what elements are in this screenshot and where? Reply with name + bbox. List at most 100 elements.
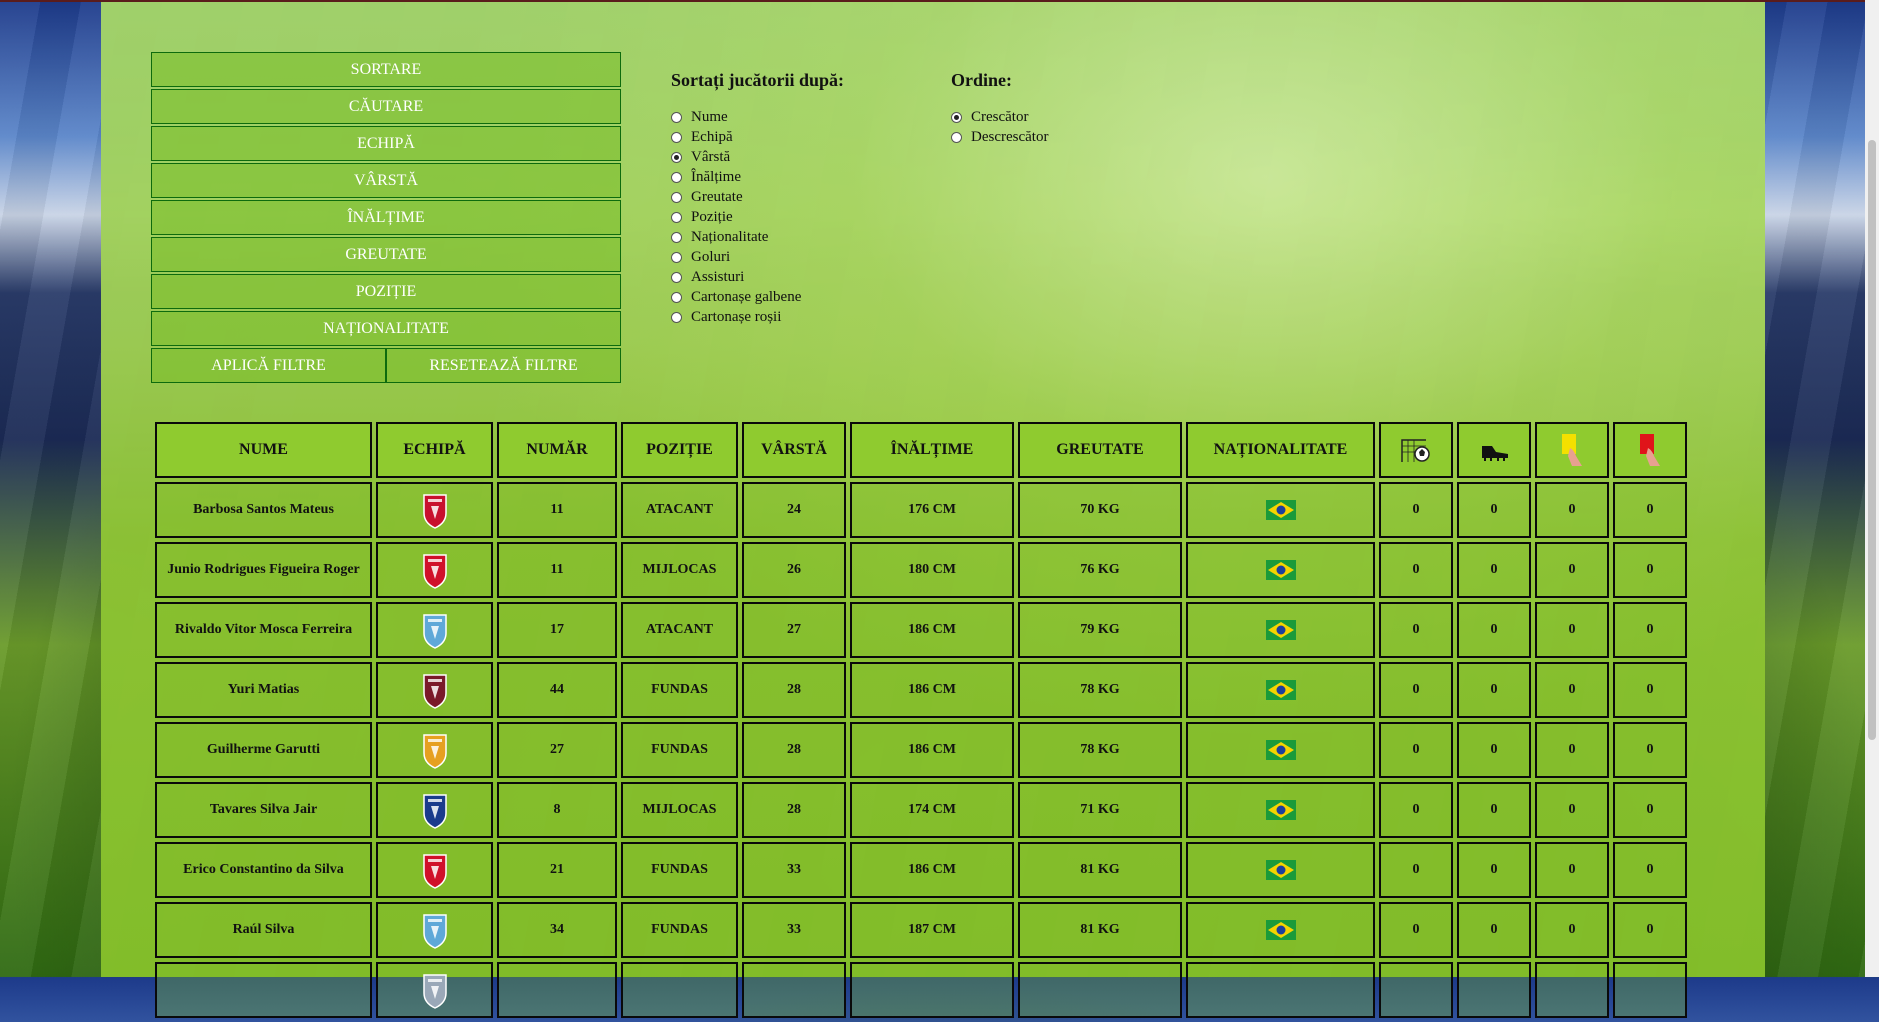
col-number-header[interactable]: NUMĂR <box>497 422 617 478</box>
sort-radio[interactable] <box>671 151 682 163</box>
height-cell: 186 CM <box>850 842 1014 898</box>
table-row[interactable]: Tavares Silva Jair 8 MIJLOCAS 28 174 CM 71 KG… <box>155 782 1687 838</box>
goals-cell <box>1379 962 1453 1018</box>
reset-filters-button[interactable]: RESETEAZĂ FILTRE <box>386 348 621 383</box>
yellow-cards-cell: 0 <box>1535 782 1609 838</box>
sort-button[interactable]: SORTARE <box>151 52 621 87</box>
sort-radio[interactable] <box>671 191 682 203</box>
player-name-cell: Guilherme Garutti <box>155 722 372 778</box>
brazil-flag-icon <box>1265 680 1296 700</box>
col-team-header[interactable]: ECHIPĂ <box>376 422 493 478</box>
age-cell: 24 <box>742 482 846 538</box>
sort-option[interactable]: Goluri <box>671 247 844 267</box>
age-cell: 33 <box>742 842 846 898</box>
order-option-label: Crescător <box>971 108 1029 125</box>
sort-option[interactable]: Cartonașe galbene <box>671 287 844 307</box>
table-row[interactable]: Barbosa Santos Mateus 11 ATACANT 24 176 CM 70… <box>155 482 1687 538</box>
scrollbar-thumb[interactable] <box>1868 140 1876 740</box>
team-crest-cell <box>376 962 493 1018</box>
age-filter-button[interactable]: VÂRSTĂ <box>151 163 621 198</box>
order-radio[interactable] <box>951 111 962 123</box>
assists-cell: 0 <box>1457 782 1531 838</box>
sort-option[interactable]: Vârstă <box>671 147 844 167</box>
table-row[interactable]: Erico Constantino da Silva 21 FUNDAS 33 186 … <box>155 842 1687 898</box>
search-button[interactable]: CĂUTARE <box>151 89 621 124</box>
order-option[interactable]: Crescător <box>951 107 1048 127</box>
table-row[interactable] <box>155 962 1687 1018</box>
team-crest-cell <box>376 542 493 598</box>
order-option[interactable]: Descrescător <box>951 127 1048 147</box>
col-weight-header[interactable]: GREUTATE <box>1018 422 1182 478</box>
red-cards-cell: 0 <box>1613 902 1687 958</box>
red-cards-cell: 0 <box>1613 602 1687 658</box>
goals-cell: 0 <box>1379 602 1453 658</box>
age-cell <box>742 962 846 1018</box>
col-red-header[interactable] <box>1613 422 1687 478</box>
goals-cell: 0 <box>1379 842 1453 898</box>
col-nationality-header[interactable]: NAȚIONALITATE <box>1186 422 1375 478</box>
assists-cell: 0 <box>1457 722 1531 778</box>
sort-option[interactable]: Nume <box>671 107 844 127</box>
nationality-filter-button[interactable]: NAȚIONALITATE <box>151 311 621 346</box>
sort-option[interactable]: Naționalitate <box>671 227 844 247</box>
nationality-cell <box>1186 902 1375 958</box>
sort-option[interactable]: Cartonașe roșii <box>671 307 844 327</box>
sort-radio[interactable] <box>671 271 682 283</box>
page-scrollbar[interactable] <box>1865 0 1879 977</box>
position-cell: MIJLOCAS <box>621 542 738 598</box>
sort-radio[interactable] <box>671 211 682 223</box>
age-cell: 28 <box>742 662 846 718</box>
order-panel: Ordine: Crescător Descrescător <box>951 70 1048 147</box>
weight-cell: 76 KG <box>1018 542 1182 598</box>
table-row[interactable]: Guilherme Garutti 27 FUNDAS 28 186 CM 78 KG 0 0… <box>155 722 1687 778</box>
player-name-cell: Yuri Matias <box>155 662 372 718</box>
sort-by-options: Nume Echipă Vârstă Înălțime Greutate Poziție N… <box>671 107 844 327</box>
age-cell: 33 <box>742 902 846 958</box>
number-cell: 27 <box>497 722 617 778</box>
player-name-cell <box>155 962 372 1018</box>
sort-radio[interactable] <box>671 111 682 123</box>
height-cell: 186 CM <box>850 662 1014 718</box>
goals-cell: 0 <box>1379 782 1453 838</box>
sort-option[interactable]: Echipă <box>671 127 844 147</box>
height-cell: 176 CM <box>850 482 1014 538</box>
col-position-header[interactable]: POZIȚIE <box>621 422 738 478</box>
col-goals-header[interactable] <box>1379 422 1453 478</box>
sort-option[interactable]: Înălțime <box>671 167 844 187</box>
weight-filter-button[interactable]: GREUTATE <box>151 237 621 272</box>
ball-net-icon <box>1401 439 1430 462</box>
sort-radio[interactable] <box>671 291 682 303</box>
table-row[interactable]: Rivaldo Vitor Mosca Ferreira 17 ATACANT 27 1… <box>155 602 1687 658</box>
player-name-cell: Barbosa Santos Mateus <box>155 482 372 538</box>
col-name-header[interactable]: NUME <box>155 422 372 478</box>
order-radio[interactable] <box>951 131 962 143</box>
col-age-header[interactable]: VÂRSTĂ <box>742 422 846 478</box>
table-row[interactable]: Raúl Silva 34 FUNDAS 33 187 CM 81 KG 0 0 0 0 <box>155 902 1687 958</box>
sort-radio[interactable] <box>671 231 682 243</box>
number-cell: 8 <box>497 782 617 838</box>
apply-filters-button[interactable]: APLICĂ FILTRE <box>151 348 386 383</box>
brazil-flag-icon <box>1265 740 1296 760</box>
sort-option[interactable]: Poziție <box>671 207 844 227</box>
sort-option[interactable]: Greutate <box>671 187 844 207</box>
team-crest-cell <box>376 842 493 898</box>
position-filter-button[interactable]: POZIȚIE <box>151 274 621 309</box>
sort-radio[interactable] <box>671 311 682 323</box>
col-assists-header[interactable] <box>1457 422 1531 478</box>
sort-option-label: Nume <box>691 108 728 125</box>
col-yellow-header[interactable] <box>1535 422 1609 478</box>
height-filter-button[interactable]: ÎNĂLȚIME <box>151 200 621 235</box>
table-row[interactable]: Yuri Matias 44 FUNDAS 28 186 CM 78 KG 0 0 0 0 <box>155 662 1687 718</box>
sort-option-label: Greutate <box>691 188 743 205</box>
team-crest-cell <box>376 782 493 838</box>
table-row[interactable]: Junio Rodrigues Figueira Roger 11 MIJLOCAS… <box>155 542 1687 598</box>
sort-radio[interactable] <box>671 251 682 263</box>
sort-option-label: Vârstă <box>691 148 731 165</box>
sort-radio[interactable] <box>671 131 682 143</box>
sort-radio[interactable] <box>671 171 682 183</box>
nationality-cell <box>1186 842 1375 898</box>
red-cards-cell <box>1613 962 1687 1018</box>
col-height-header[interactable]: ÎNĂLȚIME <box>850 422 1014 478</box>
sort-option[interactable]: Assisturi <box>671 267 844 287</box>
team-filter-button[interactable]: ECHIPĂ <box>151 126 621 161</box>
